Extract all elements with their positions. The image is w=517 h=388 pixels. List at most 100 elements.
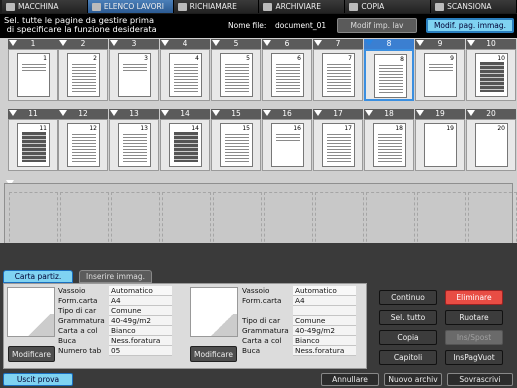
copia-button[interactable]: Copia [379, 330, 437, 345]
page-frame[interactable]: 15 [211, 119, 261, 171]
insert-blank-page-button[interactable]: InsPagVuot [445, 350, 503, 365]
modify-right-button[interactable]: Modificare [190, 346, 237, 362]
capitoli-button[interactable]: Capitoli [379, 350, 437, 365]
page-frame[interactable]: 5 [211, 49, 261, 101]
insert-marker-icon[interactable] [212, 110, 220, 116]
settings-row: Buca Ness.foratura [242, 346, 357, 356]
page-thumbnail[interactable]: 88 [364, 39, 414, 101]
page-content [327, 132, 351, 162]
page-frame[interactable]: 11 [8, 119, 58, 171]
insert-marker-icon[interactable] [263, 40, 271, 46]
page-frame[interactable]: 6 [262, 49, 312, 101]
page-content [22, 132, 46, 162]
instruction-text: Sel. tutte le pagine da gestire prima di… [4, 15, 157, 34]
store-icon [263, 2, 273, 11]
page-thumbnail[interactable]: 19 19 [415, 109, 465, 171]
page-frame[interactable]: 4 [160, 49, 210, 101]
page-thumbnail[interactable]: 11 [8, 39, 58, 101]
top-tab-1[interactable]: ELENCO LAVORI [87, 0, 174, 13]
page-frame[interactable]: 20 [466, 119, 516, 171]
page-thumbnail[interactable]: 11 11 [8, 109, 58, 171]
page-frame[interactable]: 10 [466, 49, 516, 101]
insert-marker-icon[interactable] [161, 110, 169, 116]
page-thumbnail[interactable]: 17 17 [313, 109, 363, 171]
top-tab-4[interactable]: COPIA [345, 0, 432, 13]
page-thumbnail[interactable]: 99 [415, 39, 465, 101]
page-thumbnail[interactable]: 15 15 [211, 109, 261, 171]
page-frame[interactable]: 9 [415, 49, 465, 101]
page-thumbnail[interactable]: 44 [160, 39, 210, 101]
page-frame[interactable]: 12 [58, 119, 108, 171]
page-content [327, 62, 351, 92]
insert-marker-icon[interactable] [467, 40, 475, 46]
setting-key: Grammatura [242, 326, 289, 335]
setting-value: Comune [293, 316, 356, 326]
insert-marker-icon[interactable] [263, 110, 271, 116]
insert-marker-icon[interactable] [9, 40, 17, 46]
page-frame[interactable]: 1 [8, 49, 58, 101]
insert-marker-icon[interactable] [365, 40, 373, 46]
page-thumbnail[interactable]: 14 14 [160, 109, 210, 171]
insert-marker-icon[interactable] [416, 110, 424, 116]
top-tab-3[interactable]: ARCHIVIARE [259, 0, 346, 13]
page-frame[interactable]: 3 [109, 49, 159, 101]
page-thumbnail[interactable]: 55 [211, 39, 261, 101]
page-frame[interactable]: 14 [160, 119, 210, 171]
page-thumbnail[interactable]: 13 13 [109, 109, 159, 171]
insert-marker-icon[interactable] [59, 110, 67, 116]
continuo-button[interactable]: Continuo [379, 290, 437, 305]
page-thumbnail[interactable]: 66 [262, 39, 312, 101]
page-thumbnail[interactable]: 22 [58, 39, 108, 101]
insert-marker-icon[interactable] [314, 110, 322, 116]
page-preview: 20 [475, 123, 508, 167]
page-thumbnail[interactable]: 20 20 [466, 109, 516, 171]
page-thumbnail[interactable]: 16 16 [262, 109, 312, 171]
insert-marker-icon[interactable] [416, 40, 424, 46]
modify-left-button[interactable]: Modificare [8, 346, 55, 362]
eliminare-button[interactable]: Eliminare [445, 290, 503, 305]
modify-page-image-button[interactable]: Modif. pag. immag. [426, 18, 514, 33]
settings-row: Form.carta A4 [58, 296, 173, 306]
tab-inserire-immag[interactable]: Inserire immag. [79, 270, 152, 283]
top-tab-5[interactable]: SCANSIONA [431, 0, 517, 13]
setting-key: Carta a col [242, 336, 282, 345]
insert-marker-icon[interactable] [110, 110, 118, 116]
page-frame[interactable]: 2 [58, 49, 108, 101]
page-thumbnail[interactable]: 12 12 [58, 109, 108, 171]
overwrite-button[interactable]: Sovrascrivi [447, 373, 513, 386]
modify-job-settings-button[interactable]: Modif imp. lav [337, 18, 417, 33]
cancel-button[interactable]: Annullare [321, 373, 379, 386]
page-thumbnail[interactable]: 10 10 [466, 39, 516, 101]
page-content [123, 132, 147, 162]
insert-move-button[interactable]: Ins/Spost [445, 330, 503, 345]
select-all-button[interactable]: Sel. tutto [379, 310, 437, 325]
page-thumbnail[interactable]: 18 18 [364, 109, 414, 171]
insert-marker-icon[interactable] [59, 40, 67, 46]
setting-value: Bianco [109, 326, 172, 336]
page-frame[interactable]: 7 [313, 49, 363, 101]
insert-marker-icon[interactable] [365, 110, 373, 116]
page-frame[interactable]: 17 [313, 119, 363, 171]
insert-marker-icon[interactable] [110, 40, 118, 46]
page-frame[interactable]: 18 [364, 119, 414, 171]
page-thumbnail[interactable]: 33 [109, 39, 159, 101]
insert-marker-icon[interactable] [467, 110, 475, 116]
page-corner-number: 9 [450, 55, 454, 62]
page-frame[interactable]: 16 [262, 119, 312, 171]
page-frame[interactable]: 8 [364, 49, 414, 101]
page-frame[interactable]: 19 [415, 119, 465, 171]
page-thumbnail[interactable]: 77 [313, 39, 363, 101]
insert-marker-icon[interactable] [212, 40, 220, 46]
insert-marker-icon[interactable] [9, 110, 17, 116]
top-tab-0[interactable]: MACCHINA [2, 0, 88, 13]
tab-carta-partiz[interactable]: Carta partiz. [3, 270, 73, 283]
ruotare-button[interactable]: Ruotare [445, 310, 503, 325]
setting-value: Automatico [109, 286, 172, 296]
insert-marker-icon[interactable] [314, 40, 322, 46]
proof-print-button[interactable]: Uscit prova [3, 373, 73, 386]
setting-value: A4 [109, 296, 172, 306]
new-archive-button[interactable]: Nuovo archiv [384, 373, 442, 386]
insert-marker-icon[interactable] [161, 40, 169, 46]
top-tab-2[interactable]: RICHIAMARE [173, 0, 260, 13]
page-frame[interactable]: 13 [109, 119, 159, 171]
